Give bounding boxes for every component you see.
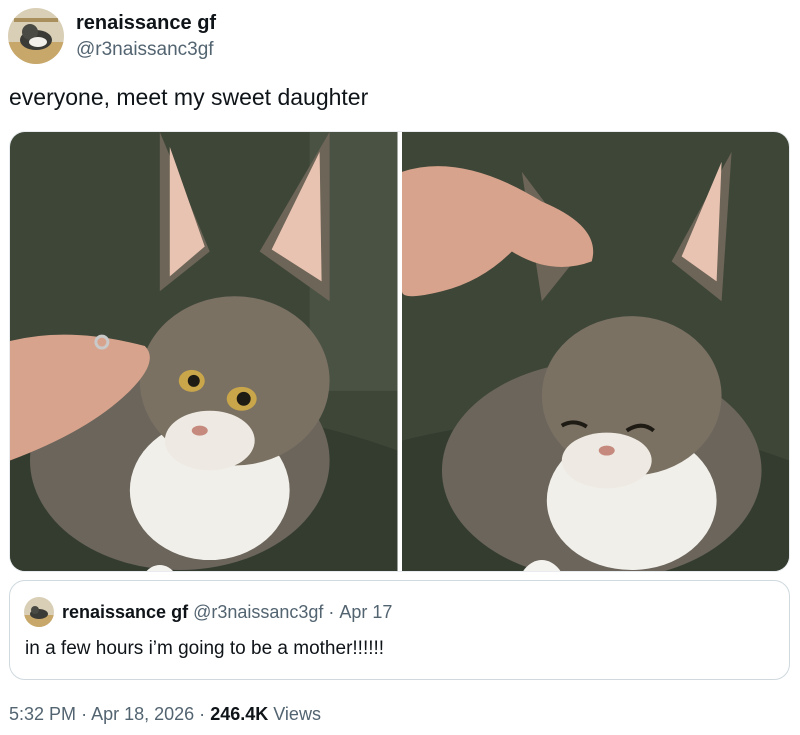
photo-1[interactable] [10, 132, 398, 571]
quoted-tweet[interactable]: renaissance gf @r3naissanc3gf · Apr 17 i… [9, 580, 790, 680]
tweet-metadata: 5:32 PM · Apr 18, 2026 · 246.4K Views [9, 704, 321, 725]
quoted-author-display-name[interactable]: renaissance gf [62, 602, 188, 623]
separator-dot: · [328, 601, 335, 622]
cat-avatar-icon [8, 8, 64, 64]
quoted-tweet-date[interactable]: Apr 17 [339, 602, 392, 623]
cat-photo-eyes-closed [401, 132, 789, 571]
cat-avatar-icon [24, 597, 54, 627]
separator-dot: · [81, 704, 88, 724]
author-handle[interactable]: @r3naissanc3gf [76, 37, 216, 63]
tweet-header: renaissance gf @r3naissanc3gf [8, 8, 216, 64]
tweet-time[interactable]: 5:32 PM [9, 704, 76, 724]
tweet-media [9, 131, 790, 572]
quoted-author-handle[interactable]: @r3naissanc3gf [193, 602, 323, 623]
tweet-date[interactable]: Apr 18, 2026 [91, 704, 194, 724]
quoted-tweet-text: in a few hours i’m going to be a mother!… [25, 638, 385, 659]
photo-2[interactable] [401, 132, 789, 571]
author-display-name[interactable]: renaissance gf [76, 11, 216, 35]
tweet-text: everyone, meet my sweet daughter [9, 84, 369, 110]
quoted-author-avatar[interactable] [24, 597, 54, 627]
separator-dot: · [199, 704, 206, 724]
views-count: 246.4K [210, 704, 269, 724]
views-label: Views [273, 704, 321, 724]
author-avatar[interactable] [8, 8, 64, 64]
cat-photo-eyes-open [10, 132, 398, 571]
